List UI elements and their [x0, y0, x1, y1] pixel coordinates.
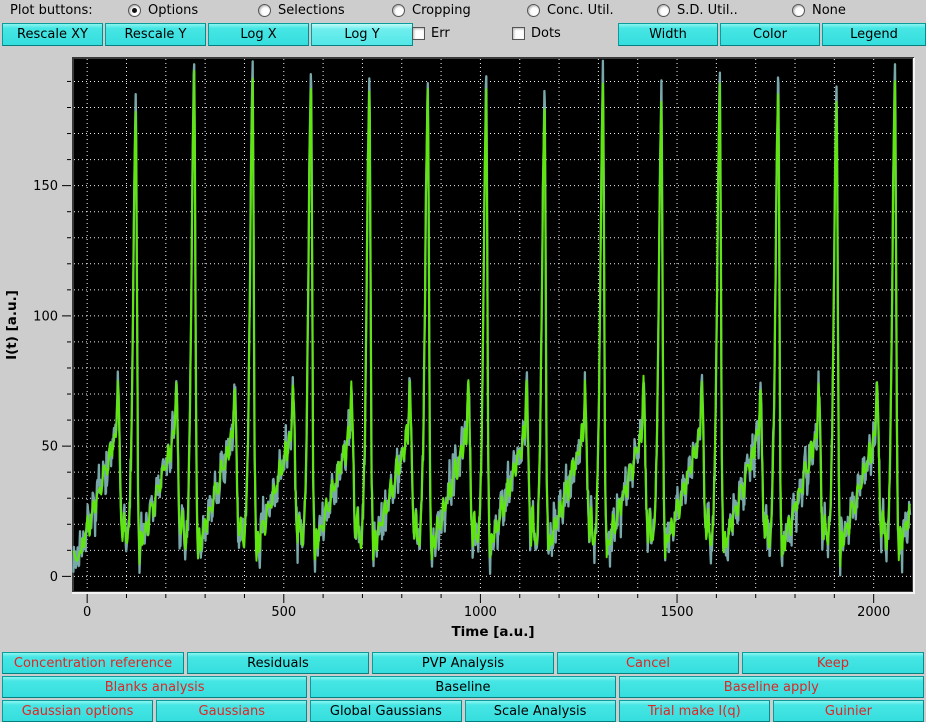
legend-button[interactable]: Legend [822, 23, 926, 46]
gaussian-options-button[interactable]: Gaussian options [2, 700, 154, 722]
checkbox-label-dots: Dots [531, 26, 561, 41]
radio-s-d-util[interactable] [657, 4, 670, 17]
analysis-buttons-row-3: Gaussian options Gaussians Global Gaussian… [2, 700, 925, 722]
x-axis-tick-label: 0 [83, 605, 91, 620]
radio-selected-dot [132, 8, 137, 13]
log-y-button[interactable]: Log Y [311, 23, 413, 46]
y-axis-tick-label: 50 [41, 440, 58, 455]
radio-cropping[interactable] [392, 4, 405, 17]
x-axis-tick-label: 1000 [464, 605, 497, 620]
checkbox-label-err: Err [431, 26, 450, 41]
radio-label-options: Options [148, 3, 199, 18]
baseline-button[interactable]: Baseline [310, 676, 616, 698]
y-axis-tick-label: 100 [33, 309, 58, 324]
residuals-button[interactable]: Residuals [187, 652, 369, 674]
plot-buttons-bar: Plot buttons: Options Selections Cropping C… [0, 0, 926, 22]
radio-label-s-d-util: S.D. Util.. [677, 3, 738, 18]
rescale-y-button[interactable]: Rescale Y [105, 23, 206, 46]
gaussians-button[interactable]: Gaussians [156, 700, 308, 722]
x-axis-tick-label: 500 [271, 605, 296, 620]
log-x-button[interactable]: Log X [208, 23, 309, 46]
radio-selections[interactable] [258, 4, 271, 17]
scale-analysis-button[interactable]: Scale Analysis [464, 700, 616, 722]
x-axis-title: Time [a.u.] [451, 624, 534, 640]
analysis-buttons-row-2: Blanks analysis Baseline Baseline apply [2, 676, 924, 698]
radio-label-selections: Selections [278, 3, 345, 18]
radio-label-cropping: Cropping [412, 3, 471, 18]
radio-none[interactable] [792, 4, 805, 17]
checkbox-dots[interactable] [512, 27, 525, 40]
y-axis-tick-label: 0 [50, 570, 58, 585]
radio-label-none: None [812, 3, 846, 18]
x-axis-tick-label: 1500 [660, 605, 693, 620]
rescale-xy-button[interactable]: Rescale XY [2, 23, 103, 46]
saxs-analysis-window: { "toolbar": { "plot_buttons_label": "Pl… [0, 0, 926, 722]
radio-conc-util[interactable] [527, 4, 540, 17]
radio-options[interactable] [128, 4, 141, 17]
x-axis-tick-label: 2000 [857, 605, 890, 620]
baseline-apply-button[interactable]: Baseline apply [618, 676, 924, 698]
plot-canvas[interactable] [72, 57, 914, 593]
blanks-analysis-button[interactable]: Blanks analysis [2, 676, 308, 698]
width-button[interactable]: Width [618, 23, 718, 46]
intensity-vs-time-plot: 0501001500 500 1000 1500 2000Time [a.u.]I(t)… [4, 57, 915, 640]
trial-make-i-q-button[interactable]: Trial make I(q) [618, 700, 770, 722]
y-axis-title: I(t) [a.u.] [4, 290, 20, 360]
y-axis-tick-label: 150 [33, 179, 58, 194]
plot-buttons-label: Plot buttons: [10, 3, 93, 18]
radio-label-conc-util: Conc. Util. [547, 3, 614, 18]
plot-toolbar: Rescale XY Rescale Y Log X Log Y Err Dots Wi… [0, 23, 926, 46]
color-button[interactable]: Color [720, 23, 820, 46]
checkbox-err[interactable] [412, 27, 425, 40]
analysis-buttons-row-1: Concentration reference Residuals PVP Anal… [2, 652, 924, 674]
pvp-analysis-button[interactable]: PVP Analysis [372, 652, 554, 674]
guinier-button[interactable]: Guinier [772, 700, 925, 722]
keep-button[interactable]: Keep [742, 652, 924, 674]
concentration-reference-button[interactable]: Concentration reference [2, 652, 184, 674]
global-gaussians-button[interactable]: Global Gaussians [310, 700, 462, 722]
cancel-button[interactable]: Cancel [557, 652, 739, 674]
